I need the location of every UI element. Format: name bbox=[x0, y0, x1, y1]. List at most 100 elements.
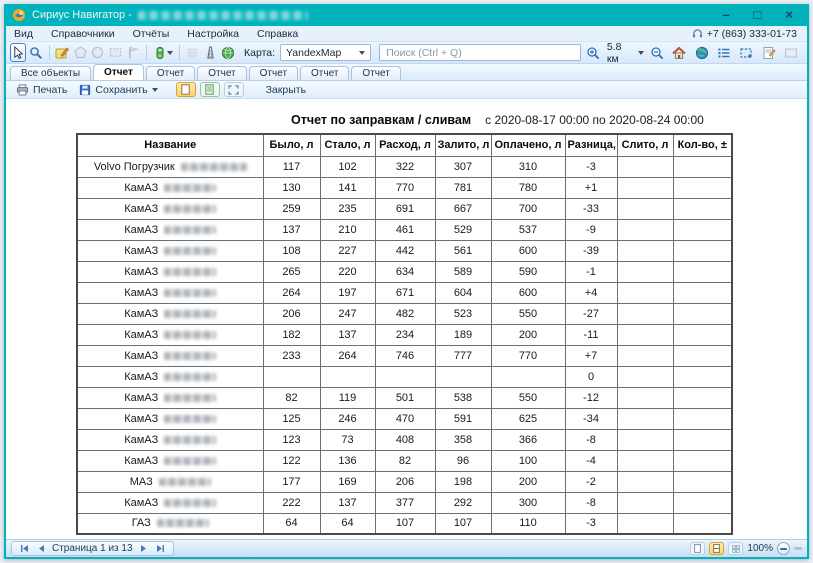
value-cell: 220 bbox=[320, 261, 375, 282]
maximize-button[interactable]: □ bbox=[754, 5, 762, 25]
table-row[interactable]: КамАЗ264197671604600+4 bbox=[77, 282, 732, 303]
track-list-tool-button[interactable] bbox=[185, 43, 201, 62]
map-edit-tool-button[interactable] bbox=[55, 43, 71, 62]
table-row[interactable]: КамАЗ259235691667700-33 bbox=[77, 198, 732, 219]
menu-item-3[interactable]: Настройка bbox=[187, 28, 239, 40]
print-button-label: Печать bbox=[33, 84, 67, 96]
first-page-button[interactable] bbox=[18, 542, 30, 555]
value-cell bbox=[617, 324, 673, 345]
globe-view-button[interactable] bbox=[692, 43, 711, 62]
next-page-button[interactable] bbox=[138, 542, 150, 555]
flag-tool-button[interactable] bbox=[125, 43, 141, 62]
value-cell: 671 bbox=[375, 282, 435, 303]
value-cell: -2 bbox=[565, 471, 617, 492]
tab-5[interactable]: Отчет bbox=[300, 66, 349, 80]
table-row[interactable]: КамАЗ206247482523550-27 bbox=[77, 303, 732, 324]
search-input[interactable] bbox=[379, 44, 581, 61]
view-mode-fit-button[interactable] bbox=[224, 82, 244, 97]
table-row[interactable]: КамАЗ265220634589590-1 bbox=[77, 261, 732, 282]
menu-item-1[interactable]: Справочники bbox=[51, 28, 115, 40]
screenshot-button[interactable] bbox=[782, 43, 801, 62]
value-cell: 227 bbox=[320, 240, 375, 261]
table-row[interactable]: Volvo Погрузчик117102322307310-3 bbox=[77, 156, 732, 177]
polygon-tool-button[interactable] bbox=[72, 43, 88, 62]
column-header: Стало, л bbox=[320, 134, 375, 156]
cursor-tool-button[interactable] bbox=[10, 43, 26, 62]
value-cell: 780 bbox=[491, 177, 565, 198]
table-row[interactable]: МАЗ177169206198200-2 bbox=[77, 471, 732, 492]
vehicle-name-cell: МАЗ bbox=[77, 471, 263, 492]
tab-6[interactable]: Отчет bbox=[351, 66, 400, 80]
view-mode-continuous-button[interactable] bbox=[200, 82, 220, 97]
print-button[interactable]: Печать bbox=[12, 83, 71, 97]
value-cell bbox=[617, 219, 673, 240]
value-cell: -1 bbox=[565, 261, 617, 282]
table-row[interactable]: КамАЗ125246470591625-34 bbox=[77, 408, 732, 429]
previous-page-button[interactable] bbox=[35, 542, 47, 555]
map-select[interactable]: YandexMap bbox=[280, 44, 371, 61]
tab-0[interactable]: Все объекты bbox=[10, 66, 91, 80]
value-cell: 265 bbox=[263, 261, 320, 282]
tab-1[interactable]: Отчет bbox=[93, 64, 144, 80]
table-row[interactable]: КамАЗ222137377292300-8 bbox=[77, 492, 732, 513]
zoom-in-button[interactable] bbox=[583, 43, 602, 62]
value-cell: 222 bbox=[263, 492, 320, 513]
value-cell: +4 bbox=[565, 282, 617, 303]
last-page-button[interactable] bbox=[155, 542, 167, 555]
value-cell bbox=[617, 429, 673, 450]
tab-4[interactable]: Отчет bbox=[249, 66, 298, 80]
value-cell: 358 bbox=[435, 429, 491, 450]
map-scale-value[interactable]: 5.8 км bbox=[607, 41, 634, 65]
vehicle-tool-button[interactable] bbox=[152, 43, 174, 62]
note-edit-button[interactable] bbox=[759, 43, 778, 62]
vehicle-name-cell: КамАЗ bbox=[77, 366, 263, 387]
globe-tool-button[interactable] bbox=[220, 43, 236, 62]
view-mode-single-page-button[interactable] bbox=[176, 82, 196, 97]
vehicle-name: КамАЗ bbox=[124, 392, 158, 404]
tab-2[interactable]: Отчет bbox=[146, 66, 195, 80]
menu-item-2[interactable]: Отчёты bbox=[133, 28, 170, 40]
road-ruler-tool-button[interactable] bbox=[203, 43, 219, 62]
table-row[interactable]: КамАЗ182137234189200-11 bbox=[77, 324, 732, 345]
value-cell: 137 bbox=[320, 324, 375, 345]
value-cell: 777 bbox=[435, 345, 491, 366]
value-cell bbox=[617, 345, 673, 366]
save-dropdown-caret-icon[interactable] bbox=[152, 88, 158, 95]
tab-3[interactable]: Отчет bbox=[197, 66, 246, 80]
table-row[interactable]: КамАЗ0 bbox=[77, 366, 732, 387]
scale-dropdown-caret-icon[interactable] bbox=[638, 51, 644, 58]
table-row[interactable]: КамАЗ1221368296100-4 bbox=[77, 450, 732, 471]
circle-tool-button[interactable] bbox=[90, 43, 106, 62]
table-row[interactable]: КамАЗ82119501538550-12 bbox=[77, 387, 732, 408]
zoom-decrease-button[interactable] bbox=[777, 542, 790, 555]
minimize-button[interactable]: – bbox=[722, 5, 729, 25]
table-row[interactable]: КамАЗ137210461529537-9 bbox=[77, 219, 732, 240]
redacted-plate bbox=[164, 499, 216, 507]
table-row[interactable]: КамАЗ12373408358366-8 bbox=[77, 429, 732, 450]
layout-facing-button[interactable] bbox=[709, 542, 724, 555]
layout-single-button[interactable] bbox=[690, 542, 705, 555]
rectangle-tool-button[interactable] bbox=[108, 43, 124, 62]
list-panel-button[interactable] bbox=[714, 43, 733, 62]
layout-grid-button[interactable] bbox=[728, 542, 743, 555]
zoom-search-tool-button[interactable] bbox=[28, 43, 44, 62]
select-area-button[interactable] bbox=[737, 43, 756, 62]
table-row[interactable]: КамАЗ130141770781780+1 bbox=[77, 177, 732, 198]
table-row[interactable]: КамАЗ108227442561600-39 bbox=[77, 240, 732, 261]
redacted-plate bbox=[157, 519, 209, 527]
value-cell bbox=[617, 282, 673, 303]
close-button[interactable]: × bbox=[785, 5, 793, 25]
close-report-button[interactable]: Закрыть bbox=[262, 83, 310, 97]
redacted-company-name bbox=[138, 11, 308, 20]
zoom-out-button[interactable] bbox=[647, 43, 666, 62]
status-bar: Страница 1 из 13 100% bbox=[6, 539, 807, 557]
zoom-slider[interactable] bbox=[794, 547, 802, 550]
vehicle-name: ГАЗ bbox=[132, 517, 151, 529]
table-row[interactable]: ГАЗ6464107107110-3 bbox=[77, 513, 732, 534]
main-toolbar: Карта: YandexMap 5.8 км bbox=[6, 42, 807, 64]
save-button[interactable]: Сохранить bbox=[75, 83, 161, 97]
home-button[interactable] bbox=[669, 43, 688, 62]
menu-item-4[interactable]: Справка bbox=[257, 28, 298, 40]
menu-item-0[interactable]: Вид bbox=[14, 28, 33, 40]
table-row[interactable]: КамАЗ233264746777770+7 bbox=[77, 345, 732, 366]
